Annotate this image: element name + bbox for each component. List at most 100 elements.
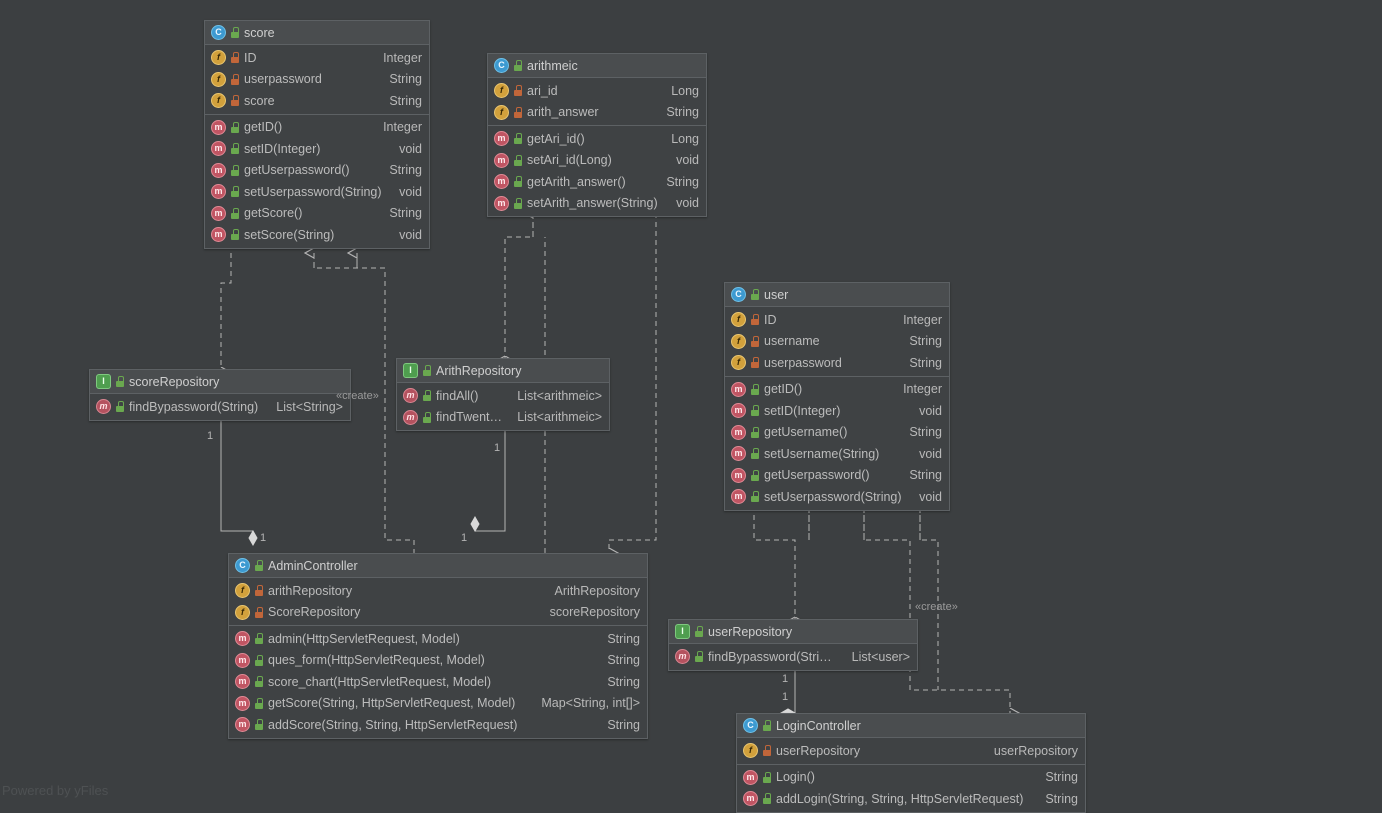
method-icon: m: [211, 184, 226, 200]
method-name: findBypassword(String): [129, 399, 259, 414]
field-icon: f: [731, 355, 746, 371]
method-row[interactable]: m score_chart(HttpServletRequest, Model) S…: [229, 671, 647, 693]
method-name: addScore(String, String, HttpServletRequ…: [268, 717, 518, 732]
method-name: getUserpassword(): [764, 468, 870, 483]
method-return-type: String: [607, 631, 640, 646]
method-row[interactable]: m setAri_id(Long) void: [488, 150, 706, 172]
method-row[interactable]: m getAri_id() Long: [488, 128, 706, 150]
field-row[interactable]: f username String: [725, 331, 949, 353]
field-row[interactable]: f userpassword String: [205, 69, 429, 91]
lock-private-icon: [231, 52, 239, 64]
method-row[interactable]: m findTwenty() List<arithmeic>: [397, 407, 609, 429]
method-row[interactable]: m getID() Integer: [725, 379, 949, 401]
field-row[interactable]: f arithRepository ArithRepository: [229, 580, 647, 602]
uml-node-AdminController[interactable]: C AdminController f arithRepository ArithRep…: [228, 553, 648, 739]
node-header[interactable]: Cscore: [205, 21, 429, 45]
field-row[interactable]: f ari_id Long: [488, 80, 706, 102]
node-header[interactable]: I ArithRepository: [397, 359, 609, 383]
method-return-type: List<arithmeic>: [517, 410, 602, 425]
method-row[interactable]: m addLogin(String, String, HttpServletReq…: [737, 788, 1085, 810]
methods-section: m getID() Integer m setID(Integer) void m getUs…: [205, 115, 429, 248]
field-row[interactable]: f arith_answer String: [488, 102, 706, 124]
uml-node-score[interactable]: Cscore f ID Integer f userpassword String f scor…: [204, 20, 430, 249]
method-name: setArith_answer(String): [527, 196, 658, 211]
method-row[interactable]: m findAll() List<arithmeic>: [397, 385, 609, 407]
field-type: String: [389, 93, 422, 108]
class-icon: C: [235, 558, 250, 573]
method-row[interactable]: m findBypassword(String) List<String>: [90, 396, 350, 418]
node-title: score: [244, 25, 275, 40]
method-row[interactable]: m admin(HttpServletRequest, Model) String: [229, 628, 647, 650]
field-row[interactable]: f ScoreRepository scoreRepository: [229, 602, 647, 624]
method-row[interactable]: m setID(Integer) void: [205, 138, 429, 160]
method-row[interactable]: m getID() Integer: [205, 117, 429, 139]
method-row[interactable]: m getScore(String, HttpServletRequest, Mo…: [229, 693, 647, 715]
methods-section: m findBypassword(String) List<String>: [90, 394, 350, 420]
uml-node-user[interactable]: Cuser f ID Integer f username String f userpassw…: [724, 282, 950, 511]
method-icon: m: [731, 489, 746, 505]
node-title: LoginController: [776, 718, 861, 733]
method-row[interactable]: m getUserpassword() String: [725, 465, 949, 487]
node-header[interactable]: Carithmeic: [488, 54, 706, 78]
node-header[interactable]: IscoreRepository: [90, 370, 350, 394]
method-name: score_chart(HttpServletRequest, Model): [268, 674, 492, 689]
field-row[interactable]: f userpassword String: [725, 352, 949, 374]
method-name: getUserpassword(): [244, 163, 350, 178]
uml-node-arithmeic[interactable]: Carithmeic f ari_id Long f arith_answer String…: [487, 53, 707, 217]
method-row[interactable]: m setUserpassword(String) void: [725, 486, 949, 508]
method-row[interactable]: m setID(Integer) void: [725, 400, 949, 422]
node-header[interactable]: IuserRepository: [669, 620, 917, 644]
methods-section: m findBypassword(String) List<user>: [669, 644, 917, 670]
method-icon: m: [494, 152, 509, 168]
method-name: setAri_id(Long): [527, 153, 612, 168]
lock-private-icon: [231, 95, 239, 107]
method-row[interactable]: m Login() String: [737, 767, 1085, 789]
method-row[interactable]: m setArith_answer(String) void: [488, 193, 706, 215]
lock-public-icon: [763, 793, 771, 805]
method-return-type: void: [399, 184, 422, 199]
uml-node-ArithRepository[interactable]: I ArithRepository m findAll() List<arithmeic…: [396, 358, 610, 431]
method-row[interactable]: m findBypassword(String) List<user>: [669, 646, 917, 668]
method-return-type: String: [607, 674, 640, 689]
field-type: String: [389, 72, 422, 87]
field-row[interactable]: f ID Integer: [725, 309, 949, 331]
method-name: getArith_answer(): [527, 174, 626, 189]
method-name: setScore(String): [244, 227, 335, 242]
node-header[interactable]: Cuser: [725, 283, 949, 307]
method-row[interactable]: m setUserpassword(String) void: [205, 181, 429, 203]
lock-public-icon: [231, 27, 239, 38]
edge-stereotype-label: «create»: [915, 601, 958, 613]
field-name: arithRepository: [268, 583, 353, 598]
method-icon: m: [235, 674, 250, 690]
lock-public-icon: [255, 654, 263, 666]
field-row[interactable]: f ID Integer: [205, 47, 429, 69]
method-name: setUsername(String): [764, 446, 880, 461]
diagram-canvas[interactable]: Powered by yFiles Cscore f ID Integer f userp…: [0, 0, 1382, 813]
uml-node-userRepository[interactable]: IuserRepository m findBypassword(String) Li…: [668, 619, 918, 671]
method-row[interactable]: m getUserpassword() String: [205, 160, 429, 182]
uml-node-scoreRepository[interactable]: IscoreRepository m findBypassword(String) L…: [89, 369, 351, 421]
method-name: getUsername(): [764, 425, 848, 440]
method-row[interactable]: m setUsername(String) void: [725, 443, 949, 465]
field-name: arith_answer: [527, 105, 599, 120]
method-row[interactable]: m addScore(String, String, HttpServletReq…: [229, 714, 647, 736]
method-row[interactable]: m ques_form(HttpServletRequest, Model) Str…: [229, 650, 647, 672]
lock-public-icon: [514, 133, 522, 145]
method-row[interactable]: m getUsername() String: [725, 422, 949, 444]
method-row[interactable]: m getArith_answer() String: [488, 171, 706, 193]
field-row[interactable]: f score String: [205, 90, 429, 112]
method-icon: m: [494, 195, 509, 211]
uml-node-LoginController[interactable]: C LoginController f userRepository userRepos…: [736, 713, 1086, 813]
method-row[interactable]: m getScore() String: [205, 203, 429, 225]
class-icon: C: [494, 58, 509, 73]
lock-public-icon: [751, 491, 759, 503]
field-row[interactable]: f userRepository userRepository: [737, 740, 1085, 762]
method-row[interactable]: m setScore(String) void: [205, 224, 429, 246]
lock-public-icon: [695, 651, 703, 663]
lock-public-icon: [423, 411, 431, 423]
method-name: setUserpassword(String): [244, 184, 382, 199]
lock-private-icon: [514, 85, 522, 97]
lock-public-icon: [514, 197, 522, 209]
node-header[interactable]: C AdminController: [229, 554, 647, 578]
node-header[interactable]: C LoginController: [737, 714, 1085, 738]
